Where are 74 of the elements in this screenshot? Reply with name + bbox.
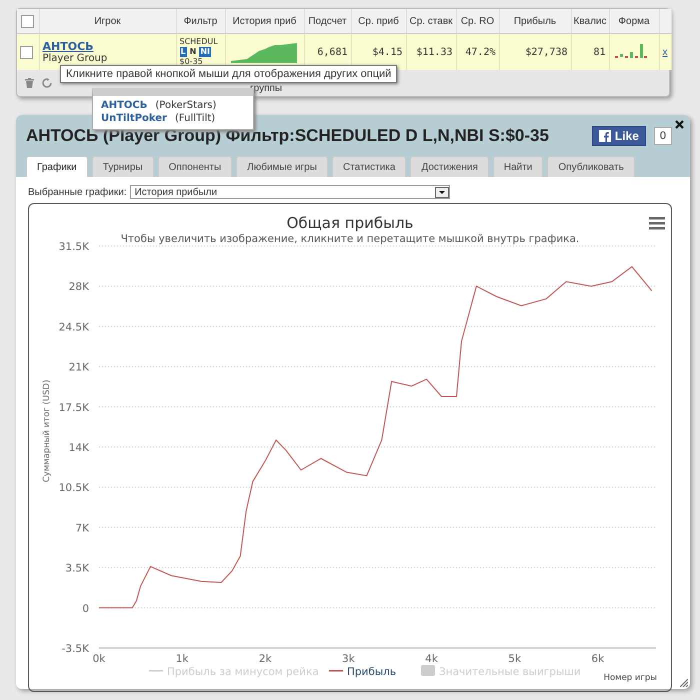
account-link[interactable]: АНТОСЬ [101, 100, 148, 111]
account-site: (FullTilt) [175, 113, 216, 124]
y-tick-label: 7K [75, 522, 89, 534]
y-tick-label: 24.5K [58, 321, 89, 334]
chart-select-label: Выбранные графики: [28, 186, 127, 198]
column-header[interactable]: Фильтр [176, 9, 225, 34]
legend-line-icon [329, 670, 343, 672]
y-tick-label: 17.5K [58, 402, 89, 414]
tooltip: Кликните правой кнопкой мыши для отображения других опций [60, 65, 398, 83]
column-header[interactable]: Игрок [39, 9, 176, 34]
player-link[interactable]: АНТОСЬ [42, 40, 94, 53]
tab[interactable]: Найти [492, 156, 544, 177]
filter-stake: $0-35 [180, 57, 204, 67]
account-site: (PokerStars) [155, 100, 216, 111]
refresh-icon[interactable] [42, 78, 52, 88]
tab[interactable]: Статистика [332, 156, 406, 177]
column-header[interactable]: Ср. приб [351, 9, 406, 34]
tab[interactable]: Оппоненты [158, 156, 232, 177]
y-tick-label: 28K [68, 281, 89, 294]
tab[interactable]: Достижения [410, 156, 489, 177]
avg-stake-cell: $11.33 [406, 34, 456, 70]
legend-area-icon [421, 665, 435, 676]
column-header[interactable]: Подсчет [304, 9, 351, 34]
chart-select[interactable]: История прибыли [130, 185, 450, 199]
y-tick-label: 21K [68, 362, 89, 374]
select-all-checkbox[interactable] [21, 14, 34, 28]
y-tick-label: 3.5K [65, 562, 89, 575]
tab[interactable]: Турниры [92, 156, 154, 177]
y-tick-label: 31.5K [58, 241, 89, 253]
f-logo-icon [598, 130, 611, 142]
tab[interactable]: Любимые игры [236, 156, 328, 177]
panel-title: АНТОСЬ (Player Group) Фильтр:SCHEDULED D L,N,NBI S:$0-35 [26, 126, 550, 146]
menu-icon[interactable] [649, 217, 665, 230]
filter-tag: N [188, 47, 198, 57]
row-checkbox[interactable] [20, 46, 33, 58]
legend-item[interactable]: Прибыль [347, 666, 396, 678]
chart-subtitle: Чтобы увеличить изображение, кликните и перетащите мышкой внутрь графика. [120, 233, 580, 245]
profit-cell: $27,738 [499, 34, 571, 70]
qualification-cell: 81 [571, 34, 609, 70]
column-header[interactable]: Квалис [571, 9, 609, 34]
account-link[interactable]: UnTiltPoker [101, 113, 167, 124]
y-tick-label: 0 [82, 602, 89, 615]
column-header[interactable]: Ср. ставк [406, 9, 456, 34]
y-tick-label: -3.5K [62, 643, 89, 655]
tab[interactable]: Графики [26, 156, 88, 177]
filter-tag: L [180, 47, 187, 57]
chart-title: Общая прибыль [286, 214, 414, 232]
filter-text: SCHEDUL [180, 37, 218, 46]
trash-icon[interactable] [25, 78, 34, 88]
y-tick-label: 14K [68, 442, 89, 454]
roi-cell: 47.2% [456, 34, 499, 70]
tab[interactable]: Опубликовать [547, 156, 635, 177]
player-group: Player Group [42, 53, 172, 64]
resize-grip-icon[interactable] [680, 679, 688, 687]
filter-tag: NI [199, 47, 211, 57]
y-tick-label: 10.5K [58, 482, 89, 494]
x-tick-label: 5k [508, 653, 522, 665]
like-count: 0 [654, 127, 672, 145]
column-header[interactable]: Форма [609, 9, 659, 34]
x-tick-label: 4k [425, 653, 438, 665]
column-header[interactable]: Прибыль [499, 9, 571, 34]
y-axis-title: Суммарный итог (USD) [42, 380, 52, 482]
like-button[interactable]: Like [592, 126, 646, 146]
x-tick-label: 3k [342, 653, 355, 665]
close-icon[interactable] [675, 120, 684, 129]
remove-link[interactable]: x [662, 46, 668, 58]
x-tick-label: 2k [258, 653, 272, 665]
x-tick-label: 0k [92, 653, 106, 665]
x-axis-title: Номер игры [604, 673, 657, 683]
x-tick-label: 6k [591, 653, 604, 665]
x-tick-label: 1k [176, 653, 189, 665]
column-header[interactable]: История приб [225, 9, 304, 34]
column-header[interactable]: Ср. RO [456, 9, 499, 34]
legend-line-icon [149, 670, 163, 672]
